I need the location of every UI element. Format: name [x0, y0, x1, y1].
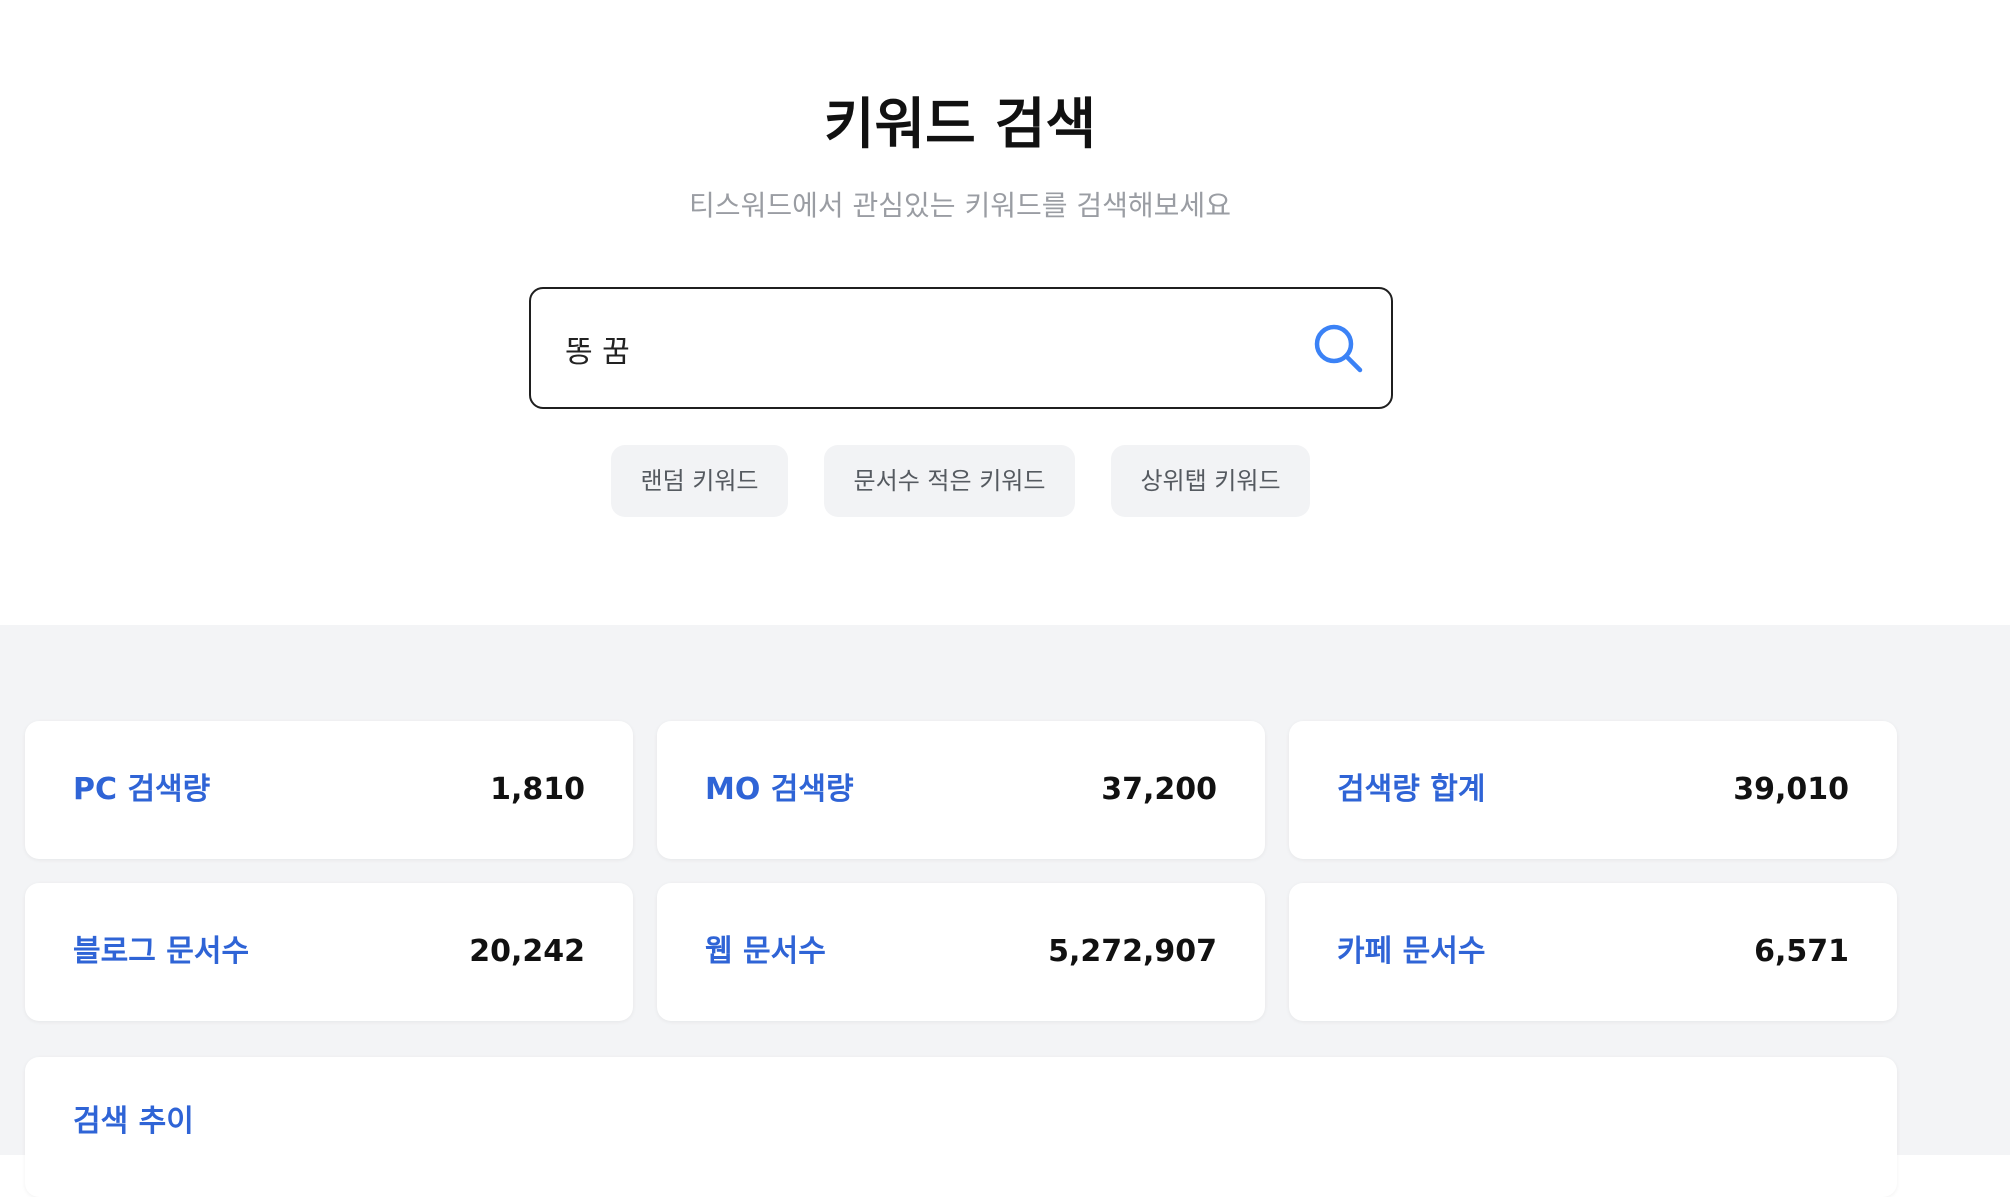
- search-button[interactable]: [1309, 319, 1369, 379]
- stat-value: 39,010: [1733, 772, 1849, 807]
- low-doc-keyword-button[interactable]: 문서수 적은 키워드: [824, 445, 1075, 517]
- search-trend-card: 검색 추이: [25, 1057, 1897, 1197]
- stat-label: 블로그 문서수: [73, 934, 250, 969]
- stat-label: 카페 문서수: [1337, 934, 1486, 969]
- stat-card-mo-search: MO 검색량 37,200: [657, 721, 1265, 859]
- stat-value: 6,571: [1754, 934, 1849, 969]
- page-title: 키워드 검색: [823, 92, 1097, 156]
- search-box: [529, 287, 1393, 409]
- stat-label: 검색량 합계: [1337, 772, 1486, 807]
- search-section: 키워드 검색 티스워드에서 관심있는 키워드를 검색해보세요 랜덤 키워드 문서…: [0, 0, 2010, 625]
- stat-value: 1,810: [490, 772, 585, 807]
- search-trend-title: 검색 추이: [73, 1104, 194, 1139]
- stat-value: 20,242: [469, 934, 585, 969]
- search-icon: [1314, 324, 1363, 373]
- top-tab-keyword-button[interactable]: 상위탭 키워드: [1111, 445, 1310, 517]
- stat-card-pc-search: PC 검색량 1,810: [25, 721, 633, 859]
- random-keyword-button[interactable]: 랜덤 키워드: [611, 445, 788, 517]
- stat-card-blog-docs: 블로그 문서수 20,242: [25, 883, 633, 1021]
- page-subtitle: 티스워드에서 관심있는 키워드를 검색해보세요: [689, 189, 1231, 222]
- search-input[interactable]: [565, 319, 1265, 379]
- stat-card-cafe-docs: 카페 문서수 6,571: [1289, 883, 1897, 1021]
- stat-card-total-search: 검색량 합계 39,010: [1289, 721, 1897, 859]
- stat-value: 5,272,907: [1048, 934, 1217, 969]
- stat-value: 37,200: [1101, 772, 1217, 807]
- stat-card-web-docs: 웹 문서수 5,272,907: [657, 883, 1265, 1021]
- stat-label: 웹 문서수: [705, 934, 826, 969]
- stat-label: PC 검색량: [73, 772, 211, 807]
- stat-label: MO 검색량: [705, 772, 854, 807]
